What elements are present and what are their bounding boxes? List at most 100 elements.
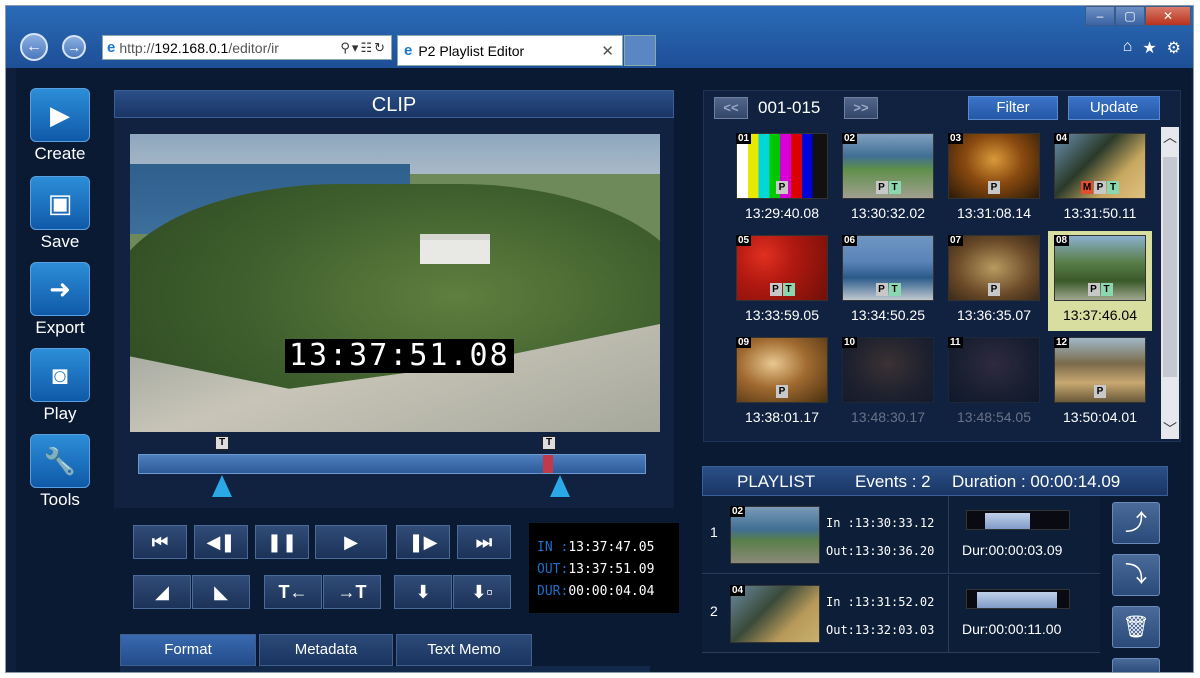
new-tab-button[interactable] xyxy=(624,35,656,66)
goto-end-button[interactable]: ⏭ xyxy=(457,525,511,559)
delete-trash-icon[interactable]: 🗑 xyxy=(1112,606,1160,648)
in-label: IN : xyxy=(537,540,569,555)
in-point-handle[interactable] xyxy=(212,475,232,497)
scroll-up-icon[interactable]: ︿ xyxy=(1161,127,1179,147)
clip-thumbnail[interactable]: 01 P 13:29:40.08 xyxy=(730,129,834,229)
tab-close-icon[interactable]: ✕ xyxy=(601,42,614,60)
clip-thumbnail[interactable]: 12 P 13:50:04.01 xyxy=(1048,333,1152,433)
playlist-header: PLAYLIST Events : 2 Duration : 00:00:14.… xyxy=(702,466,1168,496)
clip-thumbnail[interactable]: 08 P T 13:37:46.04 xyxy=(1048,231,1152,331)
pause-button[interactable]: ❚❚ xyxy=(255,525,309,559)
row-index: 2 xyxy=(710,603,718,619)
go-to-in-button[interactable]: T← xyxy=(264,575,322,609)
clip-thumbnail[interactable]: 10 13:48:30.17 xyxy=(836,333,940,433)
clip-thumbnail[interactable]: 06 P T 13:34:50.25 xyxy=(836,231,940,331)
close-window-button[interactable]: ✕ xyxy=(1145,6,1191,26)
event-clip-number: 04 xyxy=(730,585,746,596)
in-marker-t[interactable]: T xyxy=(215,436,229,450)
clip-thumbnail[interactable]: 03 P 13:31:08.14 xyxy=(942,129,1046,229)
step-back-button[interactable]: ◀❚ xyxy=(194,525,248,559)
sidebar-play-label: Play xyxy=(43,404,77,423)
clip-timecode: 13:29:40.08 xyxy=(745,205,819,221)
scroll-down-icon[interactable]: ﹀ xyxy=(1161,419,1179,439)
clip-badge-p: P xyxy=(776,385,788,398)
address-path: /editor/ir xyxy=(228,39,279,56)
sidebar-tools[interactable]: 🔧 Tools xyxy=(21,434,99,510)
minimize-button[interactable]: – xyxy=(1085,6,1115,26)
mark-out-button[interactable]: ◣ xyxy=(192,575,250,609)
sidebar-save-label: Save xyxy=(40,232,80,251)
clip-badges: PT xyxy=(1048,283,1152,296)
forward-button[interactable]: → xyxy=(62,35,86,59)
browser-window: – ▢ ✕ ← → e http:// 192.168.0.1 /editor/… xyxy=(5,5,1194,673)
clip-number: 01 xyxy=(736,133,752,144)
address-host: 192.168.0.1 xyxy=(154,39,229,56)
overwrite-event-button[interactable]: ⬇▫ xyxy=(453,575,511,609)
wrench-icon: 🔧 xyxy=(30,434,90,488)
clip-number: 02 xyxy=(842,133,858,144)
tab-format[interactable]: Format xyxy=(120,634,256,666)
goto-start-button[interactable]: ⏮ xyxy=(133,525,187,559)
address-bar[interactable]: e http:// 192.168.0.1 /editor/ir ⚲▾☷↻ xyxy=(102,35,392,60)
playlist-duration: Duration : 00:00:14.09 xyxy=(952,472,1121,491)
sidebar-create[interactable]: ▶ Create xyxy=(21,88,99,164)
clip-panel: CLIP 13:37:51.08 T T xyxy=(114,90,674,508)
clip-badge-t: T xyxy=(1100,283,1113,296)
clip-thumbnail[interactable]: 09 P 13:38:01.17 xyxy=(730,333,834,433)
insert-event-button[interactable]: ⬇ xyxy=(394,575,452,609)
playlist-row[interactable]: 2 04 In :13:31:52.02 Out:13:32:03.03 Dur… xyxy=(702,575,1100,653)
filter-button[interactable]: Filter xyxy=(968,96,1058,120)
clip-badges: PT xyxy=(730,283,834,296)
step-forward-button[interactable]: ❚▶ xyxy=(396,525,450,559)
clip-badge-m: M xyxy=(1081,181,1093,194)
sidebar-export[interactable]: ➜ Export xyxy=(21,262,99,338)
address-tools-icon[interactable]: ⚲▾☷↻ xyxy=(340,40,391,56)
clip-thumbnail[interactable]: 07 P 13:36:35.07 xyxy=(942,231,1046,331)
sidebar-export-label: Export xyxy=(35,318,85,337)
clip-thumbnail[interactable]: 02 P T 13:30:32.02 xyxy=(836,129,940,229)
out-marker-t[interactable]: T xyxy=(542,436,556,450)
dur-label: DUR: xyxy=(537,584,569,599)
more-button[interactable] xyxy=(1112,658,1160,672)
go-to-out-button[interactable]: →T xyxy=(323,575,381,609)
clip-badge-t: T xyxy=(782,283,795,296)
sidebar-play[interactable]: ◙ Play xyxy=(21,348,99,424)
out-value: 13:37:51.09 xyxy=(568,562,655,577)
create-icon: ▶ xyxy=(30,88,90,142)
next-page-button[interactable]: >> xyxy=(844,97,878,119)
clip-number: 08 xyxy=(1054,235,1070,246)
out-label: OUT: xyxy=(537,562,569,577)
clip-thumbnail[interactable]: 05 P T 13:33:59.05 xyxy=(730,231,834,331)
sidebar-save[interactable]: ▣ Save xyxy=(21,176,99,252)
event-in: In :13:30:33.12 xyxy=(826,516,935,530)
clip-thumbnail[interactable]: 04 M P T 13:31:50.11 xyxy=(1048,129,1152,229)
home-icon[interactable]: ⌂ xyxy=(1123,38,1133,58)
clip-badge-p: P xyxy=(988,283,1000,296)
move-down-button[interactable]: ⤵ xyxy=(1112,554,1160,596)
update-button[interactable]: Update xyxy=(1068,96,1160,120)
event-out: Out:13:32:03.03 xyxy=(826,623,935,637)
browser-toolbar-icons: ⌂ ★ ⚙ xyxy=(1123,38,1181,58)
timeline-scrubber[interactable] xyxy=(138,454,646,474)
settings-gear-icon[interactable]: ⚙ xyxy=(1167,38,1181,58)
clip-thumbnail[interactable]: 11 13:48:54.05 xyxy=(942,333,1046,433)
scroll-thumb[interactable] xyxy=(1163,157,1177,377)
tab-text-memo[interactable]: Text Memo xyxy=(396,634,532,666)
playlist-row[interactable]: 1 02 In :13:30:33.12 Out:13:30:36.20 Dur… xyxy=(702,496,1100,574)
thumbnail-scrollbar[interactable]: ︿ ﹀ xyxy=(1161,127,1179,439)
play-button[interactable]: ▶ xyxy=(315,525,387,559)
favorites-star-icon[interactable]: ★ xyxy=(1142,38,1156,58)
out-point-handle[interactable] xyxy=(550,475,570,497)
clip-badge-p: P xyxy=(1094,385,1106,398)
mark-in-button[interactable]: ◢ xyxy=(133,575,191,609)
tab-metadata[interactable]: Metadata xyxy=(259,634,393,666)
move-up-button[interactable]: ⤴ xyxy=(1112,502,1160,544)
back-button[interactable]: ← xyxy=(20,33,48,61)
clip-badge-p: P xyxy=(1087,283,1100,296)
clip-number: 10 xyxy=(842,337,858,348)
maximize-button[interactable]: ▢ xyxy=(1115,6,1145,26)
prev-page-button[interactable]: << xyxy=(714,97,748,119)
event-duration-bar xyxy=(966,589,1070,609)
browser-tab[interactable]: e P2 Playlist Editor ✕ xyxy=(397,35,623,66)
tab-title: P2 Playlist Editor xyxy=(418,42,525,59)
